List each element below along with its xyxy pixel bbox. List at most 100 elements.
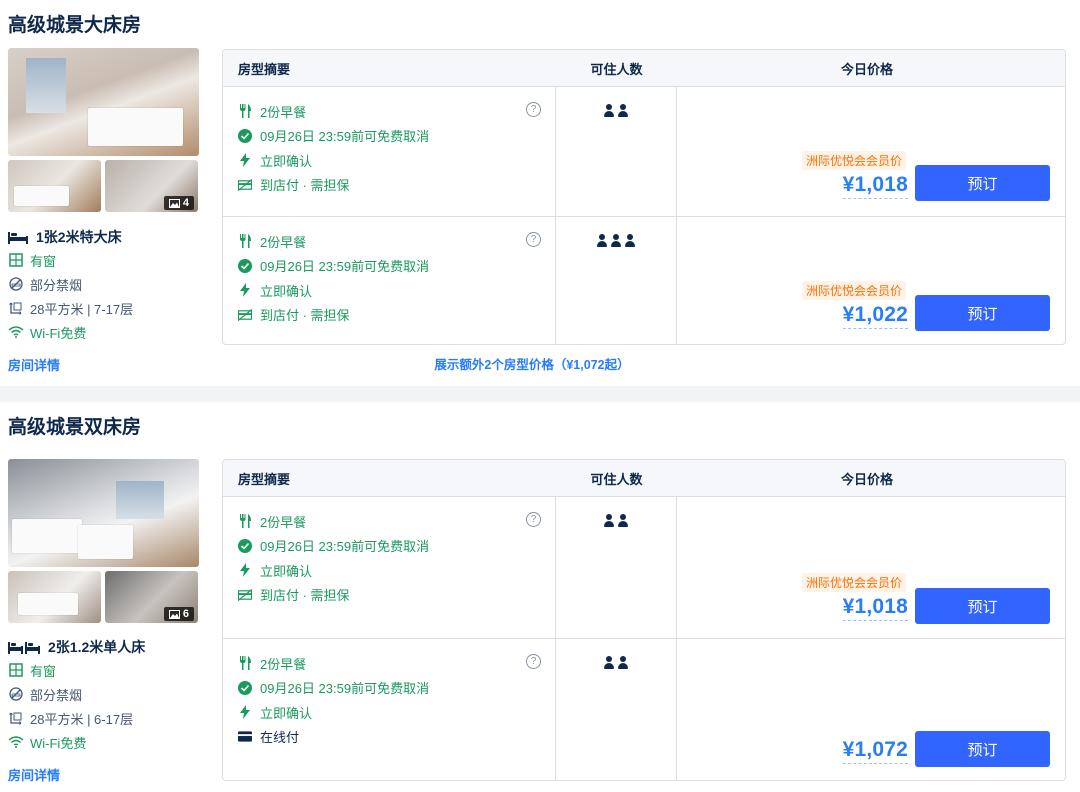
- instant-confirm-perk: 立即确认: [238, 700, 555, 725]
- rate-summary: 2份早餐 09月26日 23:59前可免费取消 立即确认 在线付 ?: [223, 639, 556, 780]
- lightning-icon: [240, 153, 250, 168]
- room-title: 高级城景大床房: [8, 15, 142, 36]
- cancel-perk: 09月26日 23:59前可免费取消: [238, 254, 555, 279]
- person-icon: [597, 234, 607, 248]
- rate-table-header: 房型摘要 可住人数 今日价格: [223, 50, 1065, 86]
- room-photo-thumb[interactable]: [8, 571, 101, 623]
- instant-confirm-perk: 立即确认: [238, 558, 555, 583]
- rate-summary: 2份早餐 09月26日 23:59前可免费取消 立即确认 到店付 · 需担保 ?: [223, 87, 556, 216]
- help-icon[interactable]: ?: [526, 512, 541, 527]
- header-guests: 可住人数: [590, 61, 643, 77]
- guest-capacity: [556, 87, 677, 216]
- payment-perk: 在线付: [238, 725, 555, 750]
- rate-price: 洲际优悦会会员价 ¥1,018 预订: [677, 497, 1065, 638]
- book-button[interactable]: 预订: [915, 588, 1050, 624]
- pay-at-hotel-icon: [238, 308, 252, 321]
- header-price: 今日价格: [840, 61, 893, 77]
- price-value[interactable]: ¥1,072: [842, 738, 908, 764]
- cancel-perk: 09月26日 23:59前可免费取消: [238, 534, 555, 559]
- rate-row: 2份早餐 09月26日 23:59前可免费取消 立即确认 到店付 · 需担保 ?: [223, 496, 1065, 638]
- breakfast-perk: 2份早餐: [238, 651, 555, 676]
- lightning-icon: [240, 283, 250, 298]
- check-circle-icon: [238, 258, 252, 273]
- lightning-icon: [240, 705, 250, 720]
- person-icon: [611, 234, 621, 248]
- cancel-perk: 09月26日 23:59前可免费取消: [238, 676, 555, 701]
- room-card-twin: 高级城景双床房 6 2张1.2米单人床 有窗 部分禁烟 28平方米 | 6-17…: [0, 402, 1080, 792]
- header-price: 今日价格: [840, 471, 893, 487]
- wifi-icon: [8, 736, 24, 748]
- room-photo-thumb-more[interactable]: 6: [105, 571, 198, 623]
- rate-price: ¥1,072 预订: [677, 639, 1065, 780]
- rate-price: 洲际优悦会会员价 ¥1,022 预订: [677, 217, 1065, 344]
- payment-perk: 到店付 · 需担保: [238, 303, 555, 328]
- price-value[interactable]: ¥1,018: [842, 595, 908, 621]
- person-icon: [618, 104, 628, 118]
- credit-card-icon: [238, 731, 252, 742]
- room-title: 高级城景双床房: [8, 417, 142, 438]
- book-button[interactable]: 预订: [915, 295, 1050, 331]
- rate-table-header: 房型摘要 可住人数 今日价格: [223, 460, 1065, 496]
- breakfast-perk: 2份早餐: [238, 229, 555, 254]
- area-icon: [9, 302, 22, 315]
- price-value[interactable]: ¥1,018: [842, 173, 908, 199]
- smoking-policy: 部分禁烟: [8, 682, 208, 706]
- bed-icon: [8, 232, 28, 244]
- rate-table: 房型摘要 可住人数 今日价格 2份早餐 09月26日 23:59前可免费取消 立…: [222, 49, 1066, 345]
- member-price-tag: 洲际优悦会会员价: [801, 151, 906, 170]
- room-detail-link[interactable]: 房间详情: [8, 765, 60, 784]
- show-more-rates-link[interactable]: 展示额外2个房型价格（¥1,072起）: [222, 354, 842, 373]
- utensils-icon: [240, 656, 251, 671]
- person-icon: [604, 514, 614, 528]
- price-value[interactable]: ¥1,022: [842, 303, 908, 329]
- room-card-king: 高级城景大床房 4 1张2米特大床 有窗 部分禁烟 28平方米 | 7-17层 …: [0, 0, 1080, 386]
- breakfast-perk: 2份早餐: [238, 509, 555, 534]
- guest-capacity: [556, 217, 677, 344]
- book-button[interactable]: 预订: [915, 731, 1050, 767]
- person-icon: [604, 104, 614, 118]
- pay-at-hotel-icon: [238, 588, 252, 601]
- header-summary: 房型摘要: [238, 471, 291, 487]
- breakfast-perk: 2份早餐: [238, 99, 555, 124]
- window-feature: 有窗: [8, 248, 208, 272]
- room-area-floor: 28平方米 | 6-17层: [8, 706, 208, 730]
- utensils-icon: [240, 104, 251, 119]
- room-photo-thumb[interactable]: [8, 160, 101, 212]
- payment-perk: 到店付 · 需担保: [238, 173, 555, 198]
- room-photo-gallery[interactable]: 4: [8, 48, 199, 212]
- room-photo-gallery[interactable]: 6: [8, 459, 199, 623]
- room-photo-thumb-more[interactable]: 4: [105, 160, 198, 212]
- help-icon[interactable]: ?: [526, 654, 541, 669]
- room-facilities: 1张2米特大床 有窗 部分禁烟 28平方米 | 7-17层 Wi-Fi免费: [8, 226, 208, 344]
- rate-row: 2份早餐 09月26日 23:59前可免费取消 立即确认 到店付 · 需担保 ?: [223, 86, 1065, 216]
- person-icon: [618, 514, 628, 528]
- check-circle-icon: [238, 680, 252, 695]
- rate-table: 房型摘要 可住人数 今日价格 2份早餐 09月26日 23:59前可免费取消 立…: [222, 459, 1066, 781]
- twin-bed-icon: [8, 642, 40, 654]
- wifi-icon: [8, 326, 24, 338]
- check-circle-icon: [238, 128, 252, 143]
- person-icon: [625, 234, 635, 248]
- wifi-feature: Wi-Fi免费: [8, 320, 208, 344]
- person-icon: [618, 656, 628, 670]
- header-guests: 可住人数: [590, 471, 643, 487]
- smoking-policy: 部分禁烟: [8, 272, 208, 296]
- rate-price: 洲际优悦会会员价 ¥1,018 预订: [677, 87, 1065, 216]
- room-photo-main[interactable]: [8, 459, 199, 567]
- no-smoking-icon: [9, 277, 23, 291]
- image-icon: [168, 198, 180, 208]
- bed-type: 1张2米特大床: [8, 226, 208, 248]
- window-icon: [9, 663, 23, 677]
- wifi-feature: Wi-Fi免费: [8, 730, 208, 754]
- image-icon: [168, 609, 180, 619]
- help-icon[interactable]: ?: [526, 232, 541, 247]
- utensils-icon: [240, 234, 251, 249]
- help-icon[interactable]: ?: [526, 102, 541, 117]
- room-photo-main[interactable]: [8, 48, 199, 156]
- book-button[interactable]: 预订: [915, 165, 1050, 201]
- room-facilities: 2张1.2米单人床 有窗 部分禁烟 28平方米 | 6-17层 Wi-Fi免费: [8, 636, 208, 754]
- room-detail-link[interactable]: 房间详情: [8, 355, 60, 374]
- instant-confirm-perk: 立即确认: [238, 278, 555, 303]
- rate-summary: 2份早餐 09月26日 23:59前可免费取消 立即确认 到店付 · 需担保 ?: [223, 497, 556, 638]
- window-icon: [9, 253, 23, 267]
